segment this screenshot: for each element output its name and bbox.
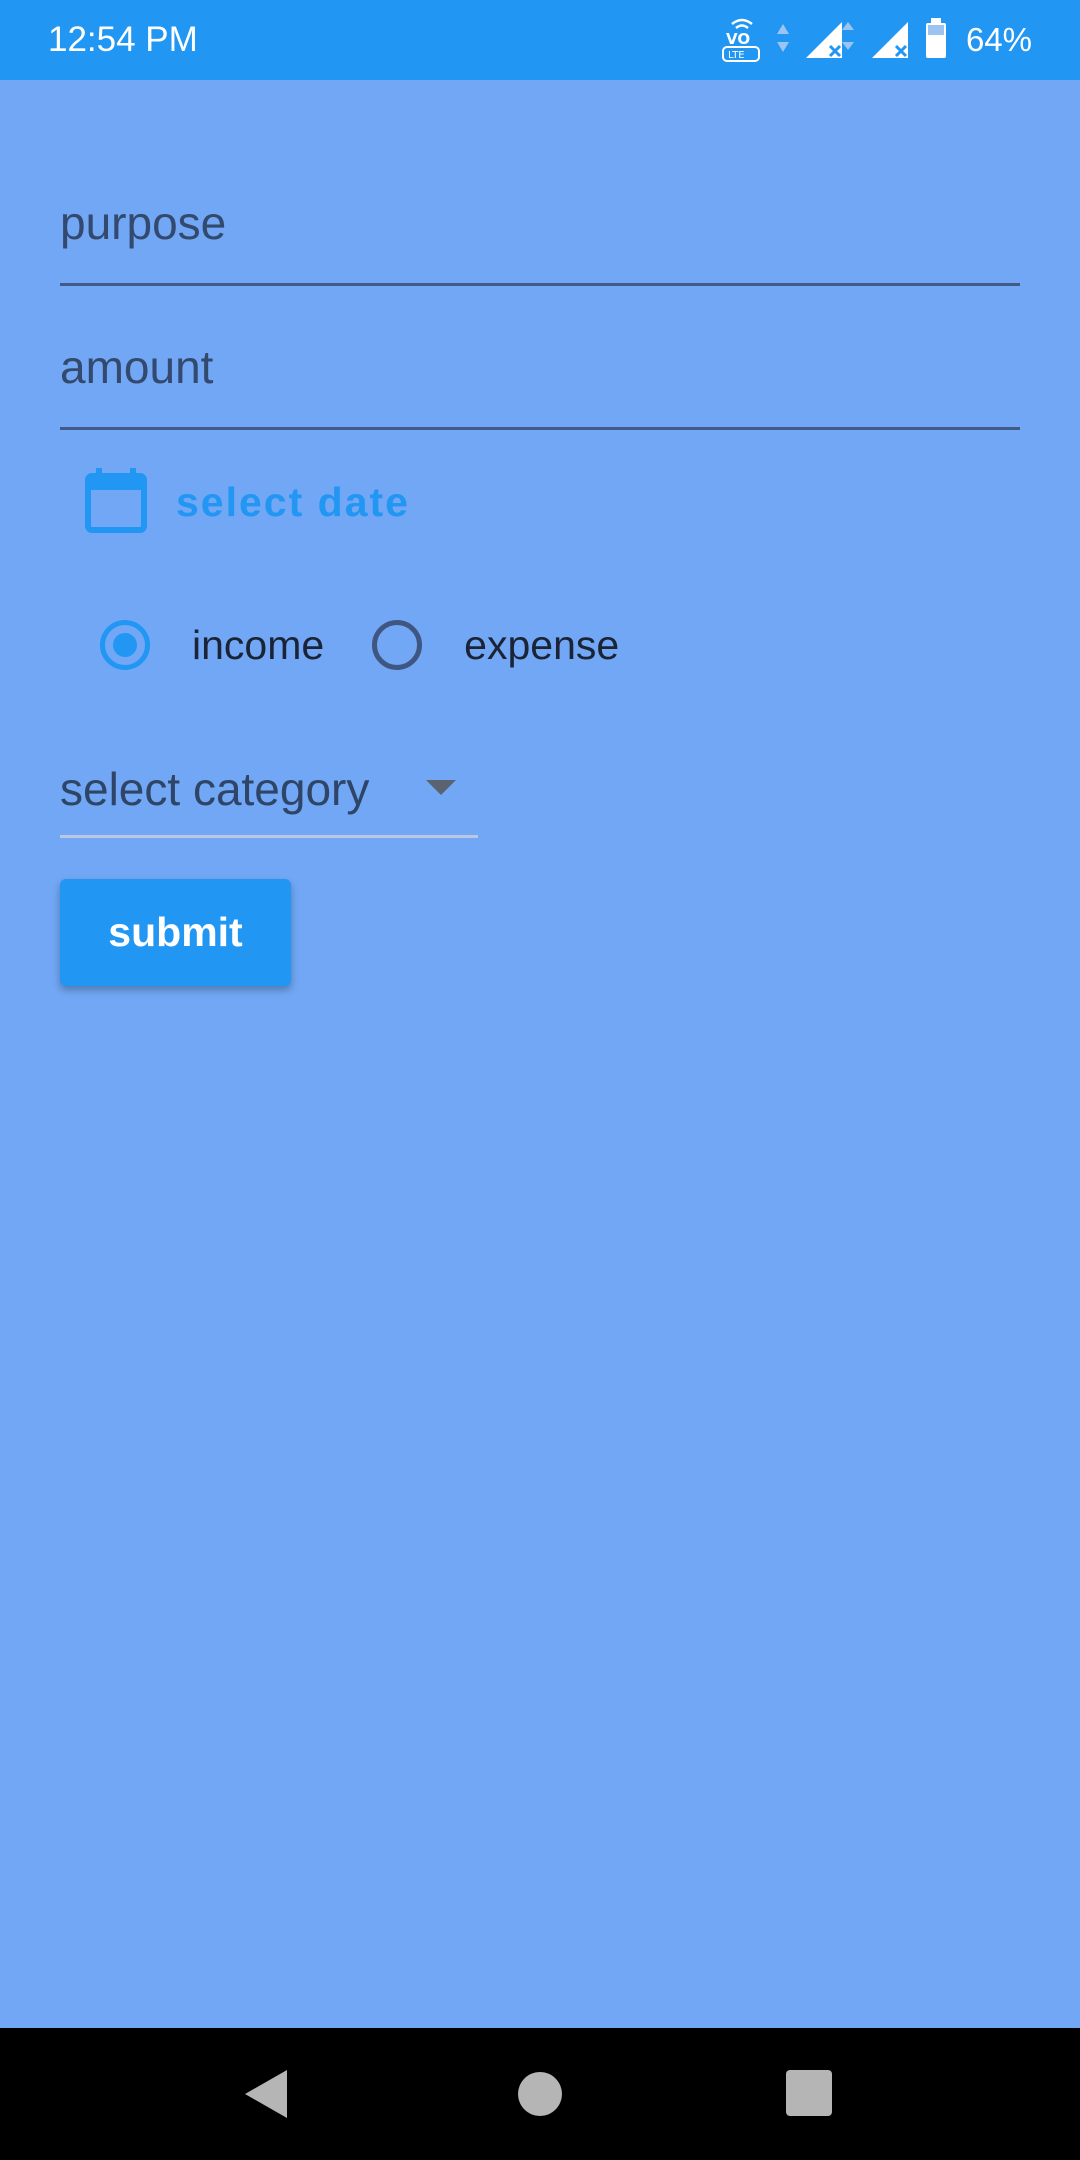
dropdown-arrow-icon [426,780,456,795]
select-date-button[interactable]: select date [84,462,410,542]
battery-percentage: 64% [965,21,1032,58]
radio-expense[interactable]: expense [372,620,619,670]
volte-sub-label: LTE [728,50,745,61]
calendar-icon [84,466,148,538]
amount-field [60,320,1020,430]
select-date-label: select date [176,478,410,525]
purpose-input[interactable] [60,176,1020,283]
volte-label: VO [726,30,750,48]
recents-icon[interactable] [786,2070,832,2116]
navigation-bar [0,2028,1080,2160]
volte-icon: VO LTE [721,14,762,66]
radio-expense-label: expense [464,621,620,668]
radio-income-label: income [192,621,325,668]
status-bar: 12:54 PM VO LTE 64% [0,0,1080,80]
data-arrows-icon [776,18,790,62]
home-icon[interactable] [518,2072,562,2116]
battery-icon [924,16,948,64]
submit-button[interactable]: submit [60,879,291,986]
signal-icon [804,16,856,64]
signal-icon [870,16,910,64]
amount-input[interactable] [60,320,1020,427]
app-screen: 12:54 PM VO LTE 64% purpose amount selec… [0,0,1080,2160]
category-dropdown-value: select category [60,763,370,815]
radio-income-button[interactable] [100,620,150,670]
transaction-type-radio-group: income expense [100,610,619,680]
status-time: 12:54 PM [48,20,198,59]
radio-expense-button[interactable] [372,620,423,670]
category-dropdown[interactable]: select category [60,742,478,838]
status-icons: VO LTE 64% [721,14,1032,66]
purpose-field [60,176,1020,286]
back-icon[interactable] [245,2070,287,2118]
radio-income[interactable]: income [100,620,324,670]
